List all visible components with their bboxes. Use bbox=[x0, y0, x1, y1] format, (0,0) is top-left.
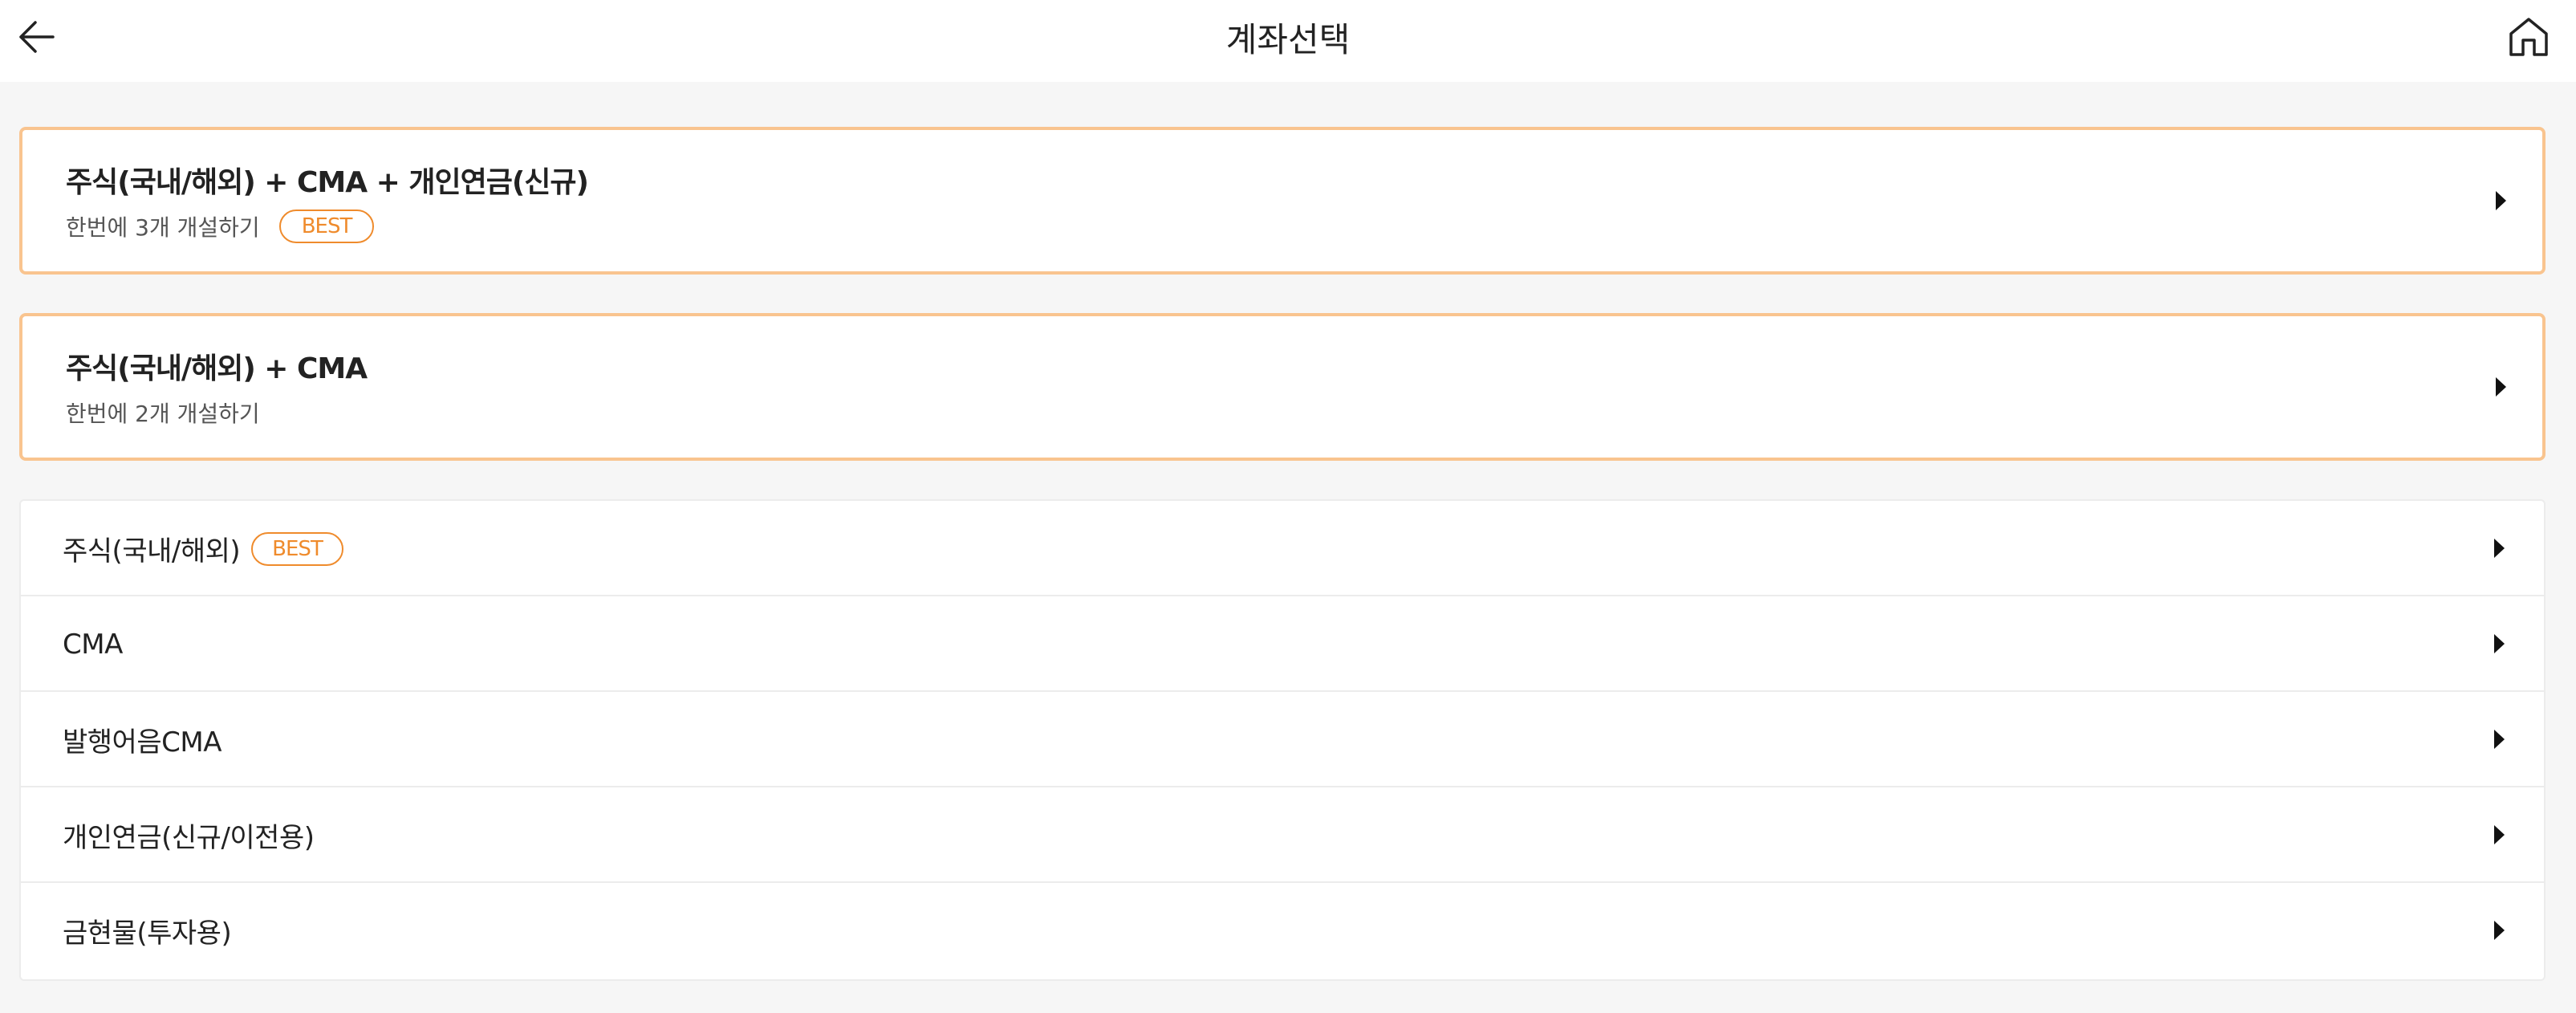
back-button[interactable] bbox=[16, 14, 58, 59]
list-item-label: 발행어음CMA bbox=[63, 726, 221, 759]
card-title: 주식(국내/해외) + CMA + 개인연금(신규) bbox=[66, 166, 589, 199]
top-header: 계좌선택 bbox=[0, 0, 2576, 82]
caret-right-icon bbox=[2494, 825, 2505, 844]
list-item-note-cma[interactable]: 발행어음CMA bbox=[21, 692, 2544, 787]
featured-card-2-accounts[interactable]: 주식(국내/해외) + CMA 한번에 2개 개설하기 bbox=[19, 313, 2546, 461]
card-subtitle: 한번에 2개 개설하기 bbox=[66, 401, 260, 427]
list-item-gold[interactable]: 금현물(투자용) bbox=[21, 883, 2544, 978]
page-title: 계좌선택 bbox=[1225, 19, 1351, 59]
card-subtitle: 한번에 3개 개설하기 bbox=[66, 214, 260, 241]
list-item-stock[interactable]: 주식(국내/해외) BEST bbox=[21, 501, 2544, 596]
home-icon bbox=[2509, 18, 2548, 56]
best-badge: BEST bbox=[278, 210, 375, 243]
caret-right-icon bbox=[2494, 730, 2505, 749]
list-item-cma[interactable]: CMA bbox=[21, 596, 2544, 692]
best-badge: BEST bbox=[251, 531, 343, 566]
list-item-label: CMA bbox=[63, 628, 123, 661]
arrow-left-icon bbox=[19, 21, 55, 53]
list-item-label: 금현물(투자용) bbox=[63, 917, 232, 950]
account-list: 주식(국내/해외) BEST CMA 발행어음CMA 개인연금(신규/이전용) … bbox=[19, 499, 2546, 981]
card-subtitle-row: 한번에 2개 개설하기 bbox=[66, 395, 260, 430]
list-item-label: 개인연금(신규/이전용) bbox=[63, 822, 315, 854]
caret-right-icon bbox=[2494, 539, 2505, 558]
card-title: 주식(국내/해외) + CMA bbox=[66, 352, 368, 385]
caret-right-icon bbox=[2496, 191, 2506, 210]
home-button[interactable] bbox=[2505, 13, 2552, 61]
list-item-label: 주식(국내/해외) bbox=[63, 535, 241, 568]
list-item-pension[interactable]: 개인연금(신규/이전용) bbox=[21, 787, 2544, 883]
caret-right-icon bbox=[2494, 634, 2505, 653]
caret-right-icon bbox=[2494, 921, 2505, 940]
card-subtitle-row: 한번에 3개 개설하기 BEST bbox=[66, 209, 375, 244]
caret-right-icon bbox=[2496, 377, 2506, 397]
featured-card-3-accounts[interactable]: 주식(국내/해외) + CMA + 개인연금(신규) 한번에 3개 개설하기 B… bbox=[19, 127, 2546, 275]
